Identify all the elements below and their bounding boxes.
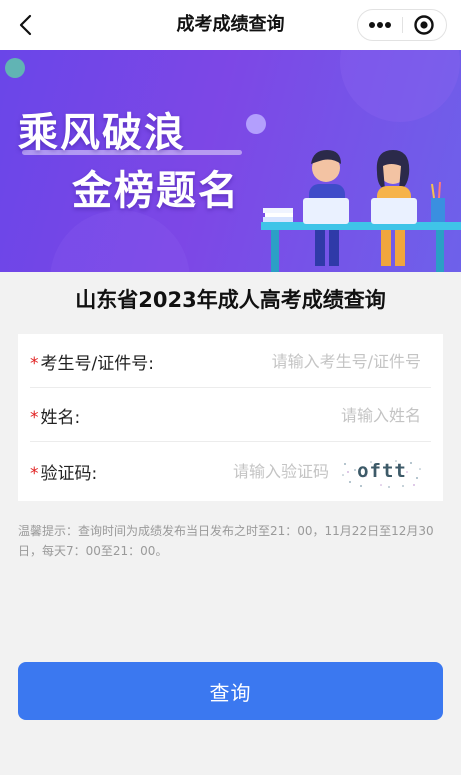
- target-circle-icon: [414, 15, 434, 35]
- query-button[interactable]: 查询: [18, 662, 443, 720]
- captcha-label-text: 验证码:: [40, 464, 98, 484]
- name-label: * 姓名:: [30, 403, 80, 428]
- banner-slogan-line1: 乘风破浪: [18, 110, 186, 156]
- exam-id-label-text: 考生号/证件号:: [40, 353, 154, 374]
- name-label-text: 姓名:: [40, 407, 81, 428]
- banner-slogan-line2: 金榜题名: [72, 168, 240, 214]
- nav-bar: 成考成绩查询: [0, 0, 461, 50]
- banner: 乘风破浪 金榜题名: [0, 50, 461, 272]
- more-button[interactable]: [358, 10, 402, 40]
- exam-id-input[interactable]: [219, 345, 423, 377]
- query-heading: 山东省2023年成人高考成绩查询: [75, 288, 386, 312]
- captcha-text: oftt: [357, 460, 407, 482]
- exam-id-label: * 考生号/证件号:: [30, 349, 154, 374]
- captcha-image[interactable]: oftt: [341, 458, 423, 490]
- close-miniprogram-button[interactable]: [403, 10, 447, 40]
- name-input[interactable]: [219, 399, 423, 431]
- more-dots-icon: [368, 22, 391, 28]
- captcha-label: * 验证码:: [30, 459, 97, 484]
- required-mark: *: [30, 464, 39, 484]
- notice-text: 温馨提示：查询时间为成绩发布当日发布之时至21：00，11月22日至12月30日…: [18, 524, 434, 558]
- name-row: * 姓名:: [18, 388, 443, 442]
- mini-program-capsule: [357, 9, 447, 41]
- captcha-input[interactable]: [177, 455, 331, 488]
- required-mark: *: [30, 407, 39, 428]
- query-form: *考生号/证件号: *姓名: *验证码:: [18, 334, 443, 501]
- captcha-row: *验证码: oftt: [18, 442, 443, 501]
- required-mark: *: [30, 353, 39, 374]
- exam-id-row: * 考生号/证件号:: [18, 334, 443, 388]
- students-illustration: [261, 150, 461, 272]
